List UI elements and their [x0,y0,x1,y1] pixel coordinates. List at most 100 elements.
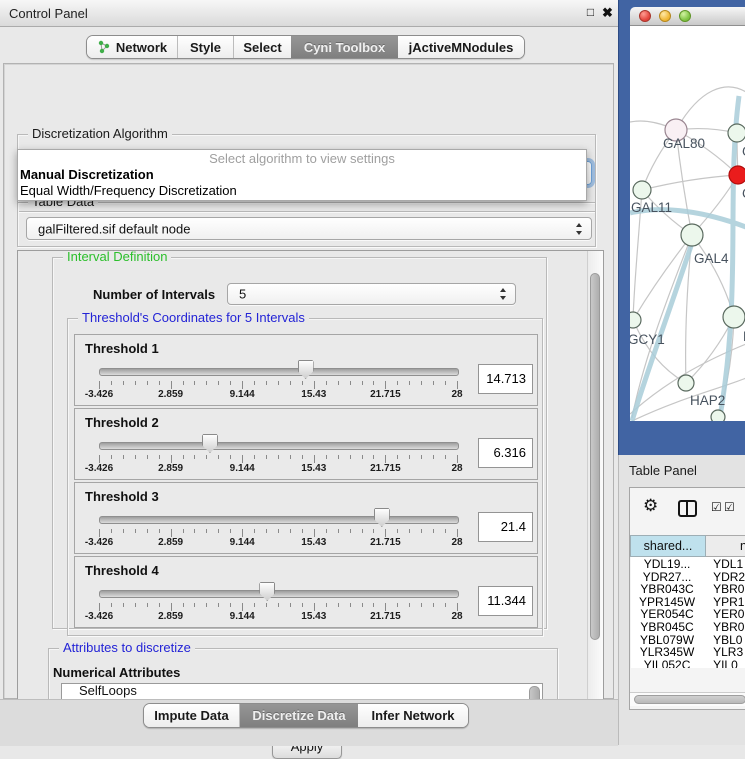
tick-label: 2.859 [149,611,193,622]
scrollbar-thumb[interactable] [590,273,600,640]
tab-discretize-data[interactable]: Discretize Data [240,704,358,727]
network-canvas[interactable]: GAL80GACGAL11GAL4GCY1HHAP2 [630,26,745,421]
tick-label: 28 [435,537,479,548]
threshold-value-input[interactable]: 14.713 [478,364,533,394]
algorithm-option-manual[interactable]: Manual Discretization [18,167,586,183]
table-data-combo[interactable]: galFiltered.sif default node [26,217,592,240]
column-header-shared[interactable]: shared... [630,535,706,557]
columns-icon[interactable] [678,500,697,517]
name-cell: YDR2 [703,570,745,583]
table-horizontal-scrollbar[interactable] [630,692,745,706]
minor-tick [123,603,124,607]
slider-track[interactable] [99,442,459,450]
select-all-checkbox-icon[interactable]: ☑ [724,501,735,513]
network-node[interactable] [711,410,725,421]
minor-tick [135,603,136,607]
tab-select[interactable]: Select [234,36,291,58]
minor-tick [147,529,148,533]
minor-tick [338,603,339,607]
minimize-traffic-light-icon[interactable] [659,10,671,22]
slider-handle[interactable] [298,360,314,379]
major-tick [99,603,100,611]
combo-arrows-icon [575,223,584,235]
network-node[interactable] [728,124,745,142]
scrollbar-thumb[interactable] [634,695,745,704]
shared-name-cell: YDR27... [631,570,703,583]
major-tick [385,529,386,537]
threshold-slider[interactable]: -3.4262.8599.14415.4321.71528 [75,483,537,553]
minor-tick [194,603,195,607]
table-row[interactable]: YBL079WYBL0 [631,633,745,646]
table-row[interactable]: YLR345WYLR3 [631,645,745,658]
table-row[interactable]: YDR27...YDR2 [631,570,745,583]
table-row[interactable]: YIL052CYIL0 [631,658,745,668]
threshold-slider[interactable]: -3.4262.8599.14415.4321.71528 [75,335,537,405]
network-node[interactable] [633,181,651,199]
major-tick [242,529,243,537]
attribute-item[interactable]: SelfLoops [62,684,542,698]
tab-style[interactable]: Style [178,36,234,58]
tab-jactivemnodules[interactable]: jActiveMNodules [398,36,524,58]
thresholds-group-title: Threshold's Coordinates for 5 Intervals [78,310,309,325]
major-tick [171,603,172,611]
minor-tick [183,455,184,459]
threshold-value-input[interactable]: 21.4 [478,512,533,542]
tab-cyni-toolbox[interactable]: Cyni Toolbox [291,36,398,58]
threshold-value-input[interactable]: 11.344 [478,586,533,616]
network-node[interactable] [681,224,703,246]
minor-tick [326,381,327,385]
tab-infer-network[interactable]: Infer Network [358,704,468,727]
slider-handle[interactable] [259,582,275,601]
viewport-scrollbar[interactable] [587,251,603,730]
minor-tick [266,603,267,607]
column-header-name[interactable]: n [706,535,745,557]
major-tick [385,381,386,389]
minor-tick [290,455,291,459]
minor-tick [350,455,351,459]
network-node[interactable] [729,166,745,184]
network-node[interactable] [678,375,694,391]
table-row[interactable]: YER054CYER0 [631,607,745,620]
float-icon[interactable]: □ [583,5,598,20]
minor-tick [254,603,255,607]
minor-tick [218,529,219,533]
major-tick [99,381,100,389]
slider-track[interactable] [99,590,459,598]
close-icon[interactable]: ✖ [600,5,615,20]
zoom-traffic-light-icon[interactable] [679,10,691,22]
tab-impute-data[interactable]: Impute Data [144,704,240,727]
minor-tick [111,381,112,385]
network-node[interactable] [630,312,641,328]
shared-name-cell: YLR345W [631,645,703,658]
tab-network[interactable]: Network [87,36,178,58]
table-row[interactable]: YBR043CYBR0 [631,582,745,595]
threshold-slider[interactable]: -3.4262.8599.14415.4321.71528 [75,557,537,627]
minor-tick [445,455,446,459]
minor-tick [266,529,267,533]
minor-tick [278,455,279,459]
table-row[interactable]: YPR145WYPR1 [631,595,745,608]
minor-tick [290,381,291,385]
slider-track[interactable] [99,516,459,524]
algorithm-dropdown-popup: Select algorithm to view settings Manual… [17,149,587,201]
table-row[interactable]: YDL19...YDL1 [631,557,745,570]
tick-label: 9.144 [220,389,264,400]
number-of-intervals-combo[interactable]: 5 [227,283,516,305]
minor-tick [373,529,374,533]
threshold-slider[interactable]: -3.4262.8599.14415.4321.71528 [75,409,537,479]
minor-tick [397,455,398,459]
slider-handle[interactable] [374,508,390,527]
close-traffic-light-icon[interactable] [639,10,651,22]
table-row[interactable]: YBR045CYBR0 [631,620,745,633]
minor-tick [433,455,434,459]
gear-icon[interactable]: ⚙ [643,498,658,515]
network-node[interactable] [723,306,745,328]
select-checkbox-icon[interactable]: ☑ [711,501,722,513]
threshold-value-input[interactable]: 6.316 [478,438,533,468]
slider-track[interactable] [99,368,459,376]
algorithm-option-equal-width[interactable]: Equal Width/Frequency Discretization [18,183,586,199]
bottom-tab-bar: Impute Data Discretize Data Infer Networ… [143,703,469,728]
slider-handle[interactable] [202,434,218,453]
network-view-window: GAL80GACGAL11GAL4GCY1HHAP2 [618,0,745,455]
minor-tick [326,455,327,459]
